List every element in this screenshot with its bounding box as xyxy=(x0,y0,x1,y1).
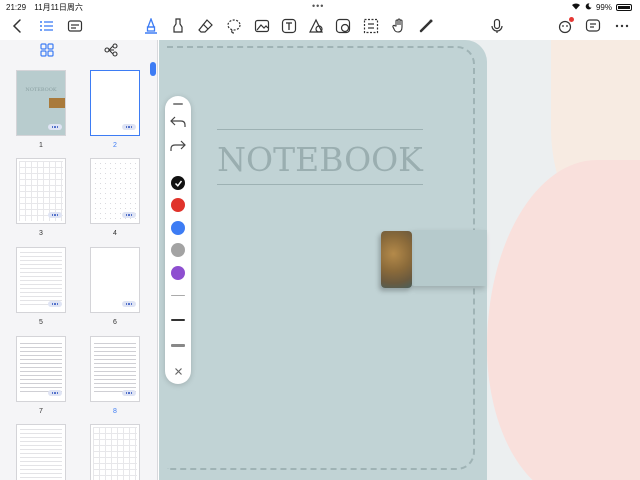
sticker-icon[interactable] xyxy=(335,18,351,34)
cover-preview-clasp xyxy=(49,98,65,108)
color-swatch-gray[interactable] xyxy=(170,242,186,258)
pen-icon[interactable] xyxy=(143,18,159,34)
wifi-icon xyxy=(571,2,581,12)
more-icon[interactable] xyxy=(614,18,630,34)
ai-icon[interactable] xyxy=(557,17,574,34)
color-swatch-black[interactable] xyxy=(170,175,186,191)
outline-icon[interactable] xyxy=(104,43,118,57)
thumbnail-more-button[interactable] xyxy=(48,212,62,218)
battery-icon xyxy=(616,3,632,11)
sidebar-tabs xyxy=(0,40,157,60)
back-icon[interactable] xyxy=(10,18,26,34)
page-thumbnail-3[interactable] xyxy=(16,158,66,224)
lined-pattern xyxy=(20,429,62,480)
stroke-width-thin[interactable] xyxy=(170,290,186,300)
clasp-buckle xyxy=(381,231,412,288)
toolbar xyxy=(0,12,640,40)
notification-dot xyxy=(569,17,574,22)
color-swatch-red[interactable] xyxy=(170,197,186,213)
thumbnail-more-button[interactable] xyxy=(48,301,62,307)
palette-drag-handle[interactable] xyxy=(170,100,186,108)
status-date: 11月11日周六 xyxy=(34,3,83,12)
stroke-width-medium[interactable] xyxy=(170,315,186,325)
status-right: 99% xyxy=(571,2,632,12)
thumbnail-more-button[interactable] xyxy=(122,301,136,307)
laser-icon[interactable] xyxy=(418,18,434,34)
pen-palette xyxy=(165,96,191,384)
grid-view-icon[interactable] xyxy=(40,43,54,57)
stroke-width-thick[interactable] xyxy=(170,340,186,350)
add-page-icon[interactable] xyxy=(585,18,601,34)
page-number: 1 xyxy=(39,142,43,149)
page-thumbnail-9[interactable] xyxy=(16,424,66,480)
page-thumbnail-2[interactable] xyxy=(90,70,140,136)
page-number: 6 xyxy=(113,319,117,326)
ruled-pattern xyxy=(94,343,136,395)
thumbnail-more-button[interactable] xyxy=(48,390,62,396)
thumbnail-more-button[interactable] xyxy=(48,124,62,130)
title-rule-bottom xyxy=(217,184,423,185)
page-number: 8 xyxy=(113,408,117,415)
eraser-icon[interactable] xyxy=(198,18,214,34)
page-number: 4 xyxy=(113,230,117,237)
undo-icon[interactable] xyxy=(170,114,186,130)
status-time: 21:29 xyxy=(6,3,27,12)
page-thumbnail-6[interactable] xyxy=(90,247,140,313)
page-thumbnail-8[interactable] xyxy=(90,336,140,402)
text-box-icon[interactable] xyxy=(67,18,83,34)
thumbnail-more-button[interactable] xyxy=(122,212,136,218)
battery-percent: 99% xyxy=(595,2,612,12)
page-thumbnail-5[interactable] xyxy=(16,247,66,313)
page-sidebar: NOTEBOOK 1 2 3 4 5 6 7 8 xyxy=(0,40,158,480)
selected-check-icon xyxy=(171,176,185,190)
ruled-pattern xyxy=(93,427,137,480)
page-number: 5 xyxy=(39,319,43,326)
page-canvas[interactable]: NOTEBOOK xyxy=(159,40,640,480)
page-number: 7 xyxy=(39,408,43,415)
multitask-dots[interactable]: ••• xyxy=(312,1,324,11)
close-icon[interactable] xyxy=(170,364,186,378)
cover-preview-title: NOTEBOOK xyxy=(25,87,57,93)
page-thumbnail-10[interactable] xyxy=(90,424,140,480)
shapes-icon[interactable] xyxy=(308,18,324,34)
lined-pattern xyxy=(20,252,62,308)
page-thumbnail-1[interactable]: NOTEBOOK xyxy=(16,70,66,136)
highlighter-icon[interactable] xyxy=(170,18,186,34)
background-blob xyxy=(487,160,640,480)
page-thumbnail-4[interactable] xyxy=(90,158,140,224)
cover-title: NOTEBOOK xyxy=(217,140,423,179)
text-icon[interactable] xyxy=(281,18,297,34)
hand-icon[interactable] xyxy=(391,18,407,34)
select-icon[interactable] xyxy=(363,18,379,34)
color-swatch-blue[interactable] xyxy=(170,220,186,236)
microphone-icon[interactable] xyxy=(489,18,505,34)
lined-pattern xyxy=(20,343,62,395)
page-number: 3 xyxy=(39,230,43,237)
list-icon[interactable] xyxy=(39,18,55,34)
sidebar-scrollbar[interactable] xyxy=(150,62,156,76)
moon-icon xyxy=(585,2,592,12)
thumbnail-more-button[interactable] xyxy=(122,124,136,130)
clasp-strap xyxy=(409,230,487,286)
color-swatch-purple[interactable] xyxy=(170,265,186,281)
page-number: 2 xyxy=(113,142,117,149)
notebook-cover: NOTEBOOK xyxy=(159,40,487,480)
image-icon[interactable] xyxy=(254,18,270,34)
lasso-icon[interactable] xyxy=(226,18,242,34)
redo-icon[interactable] xyxy=(170,138,186,154)
status-bar: 21:29 11月11日周六 ••• 99% xyxy=(0,0,640,12)
page-thumbnail-7[interactable] xyxy=(16,336,66,402)
title-rule-top xyxy=(217,129,423,130)
thumbnail-more-button[interactable] xyxy=(122,390,136,396)
